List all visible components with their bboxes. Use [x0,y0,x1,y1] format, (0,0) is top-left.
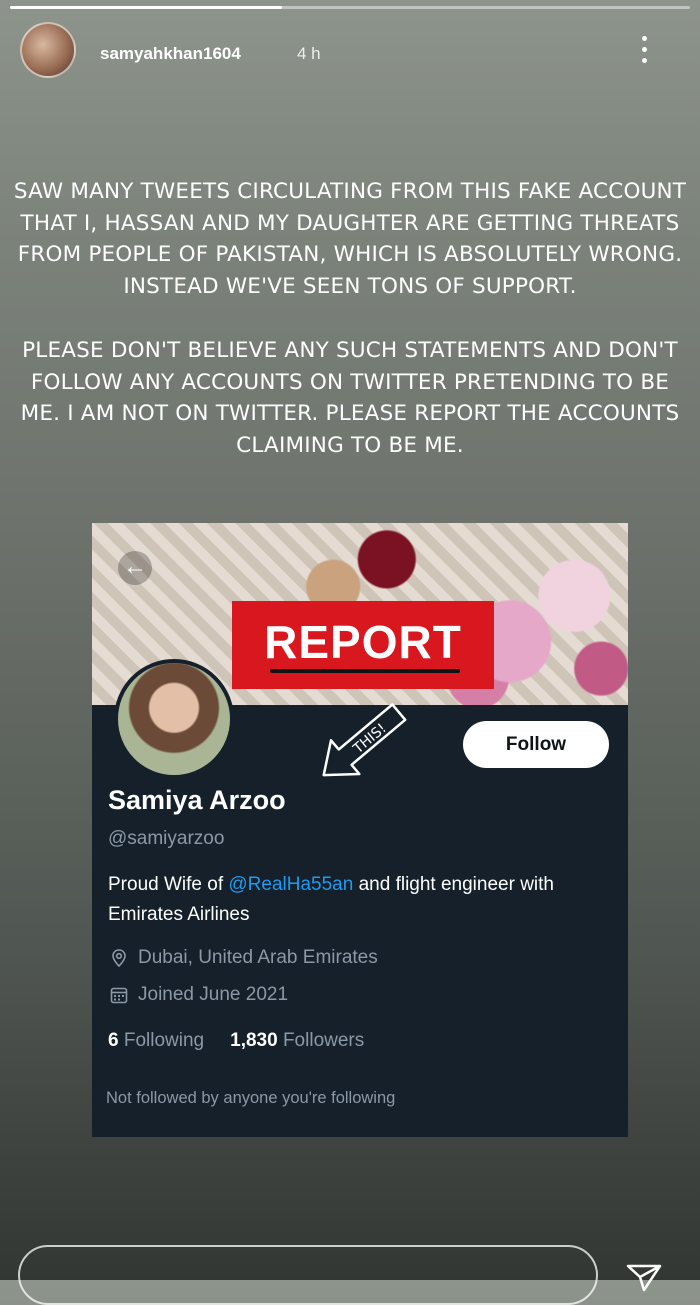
joined-text: Joined June 2021 [138,984,289,1005]
bio-mention-link: @RealHa55an [228,874,354,895]
following-label: Following [123,1030,205,1051]
statement-paragraph-2: PLEASE DON'T BELIEVE ANY SUCH STATEMENTS… [20,338,680,458]
story-header: samyahkhan1604 4 h [20,22,680,80]
arrow-left-icon: ← [118,551,152,585]
followers-label: Followers [282,1030,365,1051]
story-statement: SAW MANY TWEETS CIRCULATING FROM THIS FA… [10,176,690,461]
this-arrow-annotation: THIS! [322,703,407,777]
story-username[interactable]: samyahkhan1604 [100,44,241,64]
profile-display-name: Samiya Arzoo [108,785,286,815]
more-vertical-icon[interactable] [642,36,650,63]
story-progress-fill [10,6,282,9]
bio-prefix: Proud Wife of [108,874,229,895]
report-label: REPORT [264,616,462,668]
calendar-icon [110,987,128,1004]
send-icon[interactable] [624,1262,664,1292]
following-count: 6 [108,1030,119,1051]
profile-stats: 6 Following 1,830 Followers [108,1030,364,1052]
followers-stat: 1,830 Followers [230,1030,364,1052]
not-followed-note: Not followed by anyone you're following [106,1089,396,1107]
location-pin-icon [112,949,126,968]
report-underline [270,669,460,673]
profile-bio: Proud Wife of @RealHa55an and flight eng… [108,870,608,930]
story-avatar[interactable] [20,22,76,78]
statement-paragraph-1: SAW MANY TWEETS CIRCULATING FROM THIS FA… [13,179,687,299]
profile-handle: @samiyarzoo [108,828,225,849]
story-progress-bar [10,6,690,9]
report-stamp: REPORT [232,601,494,689]
profile-joined: Joined June 2021 [108,984,288,1006]
story-reply-input[interactable] [18,1245,598,1305]
story-time: 4 h [297,44,321,63]
location-text: Dubai, United Arab Emirates [138,947,378,968]
profile-location: Dubai, United Arab Emirates [108,947,378,969]
followers-count: 1,830 [230,1030,278,1051]
twitter-profile-screenshot: ← REPORT THIS! Follow Samiya Arzoo @sami… [92,523,628,1137]
following-stat: 6 Following [108,1030,204,1052]
follow-button: Follow [463,721,609,768]
profile-avatar [114,659,234,779]
